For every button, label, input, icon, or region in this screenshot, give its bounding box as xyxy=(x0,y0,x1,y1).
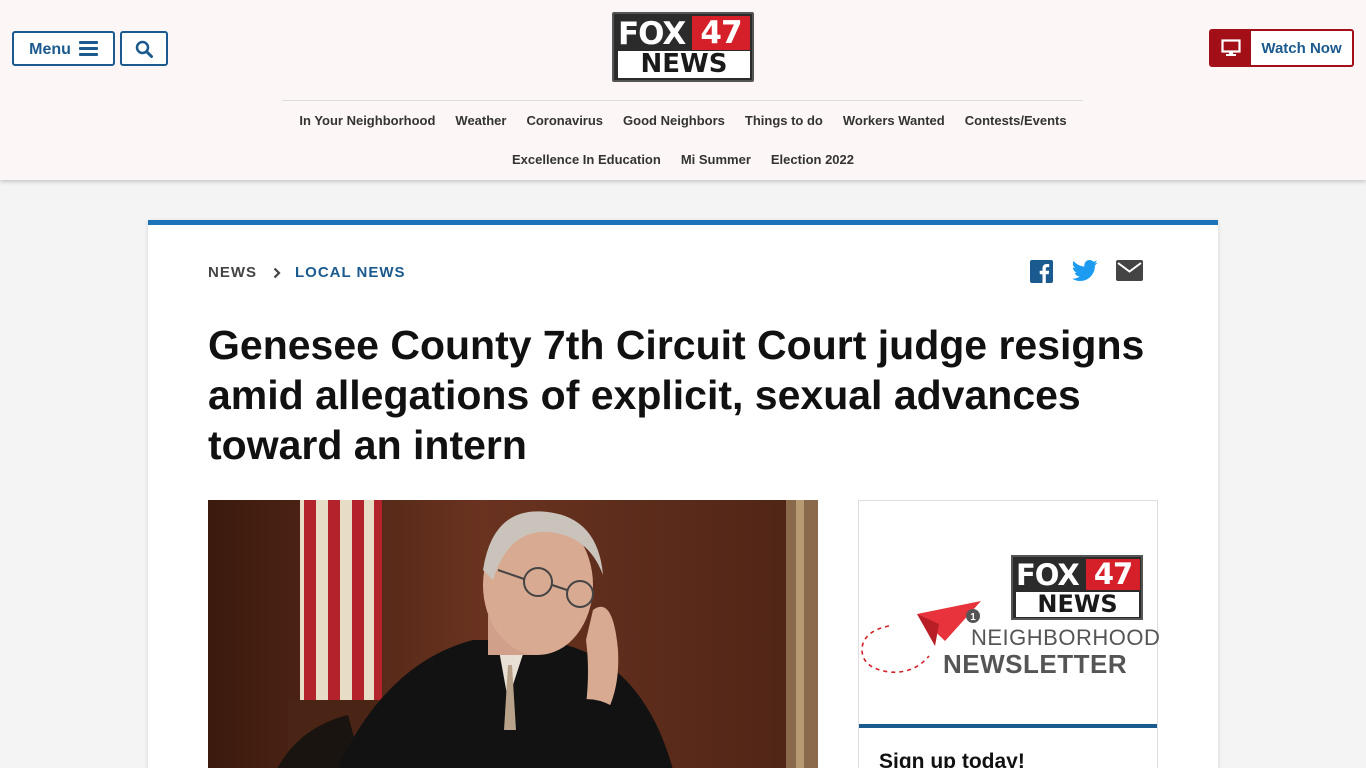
promo-logo-number: 47 xyxy=(1086,559,1140,590)
article-card: NEWS LOCAL NEWS Genesee County 7th Circu… xyxy=(148,220,1218,768)
logo-number: 47 xyxy=(692,16,750,50)
twitter-share-button[interactable] xyxy=(1072,260,1098,282)
facebook-share-button[interactable] xyxy=(1030,260,1053,283)
nav-item-contests-events[interactable]: Contests/Events xyxy=(955,113,1077,128)
article-headline: Genesee County 7th Circuit Court judge r… xyxy=(208,322,1145,468)
search-icon xyxy=(135,40,153,58)
nav-item-things-to-do[interactable]: Things to do xyxy=(735,113,833,128)
search-button[interactable] xyxy=(120,31,168,66)
site-logo[interactable]: FOX 47 NEWS xyxy=(612,12,754,82)
logo-news-text: NEWS xyxy=(618,51,750,78)
breadcrumb-local-news[interactable]: LOCAL NEWS xyxy=(295,264,406,281)
promo-signup-heading: Sign up today! xyxy=(879,750,1025,768)
hamburger-icon xyxy=(78,41,98,56)
watch-now-button[interactable]: Watch Now xyxy=(1209,29,1354,67)
nav-item-good-neighbors[interactable]: Good Neighbors xyxy=(613,113,735,128)
promo-badge: 1 xyxy=(970,612,976,623)
secondary-nav: Excellence In Education Mi Summer Electi… xyxy=(0,152,1366,167)
promo-logo-news-text: NEWS xyxy=(1016,592,1139,617)
facebook-icon xyxy=(1030,260,1053,283)
promo-divider xyxy=(859,724,1157,728)
logo-fox-text: FOX xyxy=(618,16,686,52)
menu-button[interactable]: Menu xyxy=(12,31,115,66)
promo-line-neighborhood: NEIGHBORHOOD xyxy=(971,625,1161,650)
breadcrumb: NEWS LOCAL NEWS xyxy=(208,264,406,281)
promo-line-newsletter: NEWSLETTER xyxy=(943,649,1128,679)
nav-item-excellence-in-education[interactable]: Excellence In Education xyxy=(502,152,671,167)
article-photo xyxy=(208,500,818,768)
twitter-icon xyxy=(1072,260,1098,281)
nav-item-election-2022[interactable]: Election 2022 xyxy=(761,152,864,167)
watch-now-label: Watch Now xyxy=(1261,39,1342,57)
nav-item-coronavirus[interactable]: Coronavirus xyxy=(516,113,613,128)
newsletter-promo[interactable]: FOX 47 NEWS 1 NEIGHBORHOOD NEWSLETTER Si… xyxy=(858,500,1161,768)
nav-divider xyxy=(282,100,1083,101)
promo-logo: FOX 47 NEWS xyxy=(1011,555,1143,620)
email-share-button[interactable] xyxy=(1116,260,1143,281)
nav-item-weather[interactable]: Weather xyxy=(445,113,516,128)
nav-item-in-your-neighborhood[interactable]: In Your Neighborhood xyxy=(289,113,445,128)
menu-button-label: Menu xyxy=(29,40,71,58)
chevron-right-icon xyxy=(273,267,281,279)
promo-logo-fox-text: FOX xyxy=(1016,558,1080,592)
nav-item-workers-wanted[interactable]: Workers Wanted xyxy=(833,113,955,128)
nav-item-mi-summer[interactable]: Mi Summer xyxy=(671,152,761,167)
breadcrumb-news[interactable]: NEWS xyxy=(208,264,257,281)
monitor-icon xyxy=(1211,31,1251,65)
email-icon xyxy=(1116,260,1143,281)
primary-nav: In Your Neighborhood Weather Coronavirus… xyxy=(0,113,1366,128)
site-header: Menu FOX 47 NEWS Watch Now In Your Neigh… xyxy=(0,0,1366,180)
